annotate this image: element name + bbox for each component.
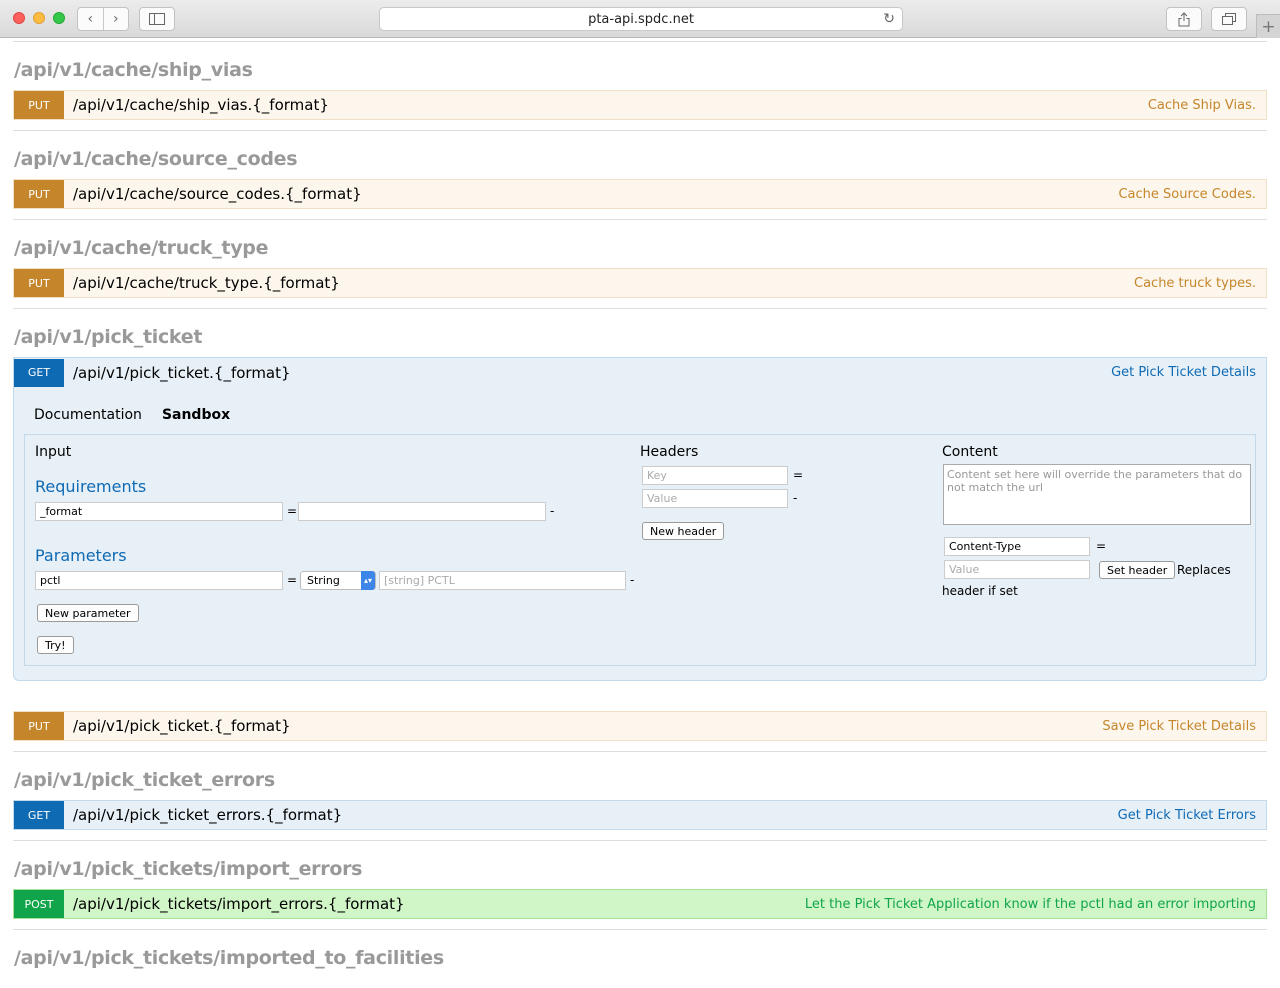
headers-title: Headers	[640, 444, 699, 460]
operation-summary[interactable]: Cache Source Codes.	[1118, 187, 1256, 202]
chevron-right-icon: ›	[112, 11, 119, 27]
input-title: Input	[35, 444, 72, 460]
parameter-name-input[interactable]: pctl	[35, 571, 283, 590]
requirement-value-input[interactable]	[298, 502, 546, 521]
resource-title[interactable]: /api/v1/pick_ticket	[14, 326, 1267, 348]
operation-put-truck-type[interactable]: PUT /api/v1/cache/truck_type.{_format} C…	[13, 268, 1267, 298]
set-header-button[interactable]: Set header	[1099, 561, 1176, 579]
sidebar-toggle-button[interactable]	[139, 7, 175, 31]
new-parameter-button[interactable]: New parameter	[37, 604, 139, 622]
resource-pick-ticket-errors: /api/v1/pick_ticket_errors GET /api/v1/p…	[13, 752, 1267, 841]
equals-sign: =	[287, 504, 298, 518]
tab-documentation[interactable]: Documentation	[34, 407, 142, 423]
plus-icon: +	[1261, 16, 1276, 37]
resource-title[interactable]: /api/v1/cache/truck_type	[14, 237, 1267, 259]
operation-path[interactable]: /api/v1/cache/source_codes.{_format}	[73, 185, 362, 203]
resource-title[interactable]: /api/v1/pick_tickets/imported_to_facilit…	[14, 947, 1267, 969]
http-verb-badge[interactable]: PUT	[14, 91, 64, 119]
operation-summary[interactable]: Cache truck types.	[1134, 276, 1256, 291]
operation-put-source-codes[interactable]: PUT /api/v1/cache/source_codes.{_format}…	[13, 179, 1267, 209]
operation-path[interactable]: /api/v1/pick_tickets/import_errors.{_for…	[73, 895, 405, 913]
resource-source-codes: /api/v1/cache/source_codes PUT /api/v1/c…	[13, 131, 1267, 220]
replaces-note: Replaces	[1177, 563, 1231, 577]
equals-sign: =	[287, 573, 298, 587]
content-type-value-input[interactable]: Value	[944, 560, 1090, 579]
resource-title[interactable]: /api/v1/cache/source_codes	[14, 148, 1267, 170]
http-verb-badge[interactable]: PUT	[14, 180, 64, 208]
requirement-name-input[interactable]: _format	[35, 502, 283, 521]
tab-overview-button[interactable]	[1211, 7, 1247, 31]
operation-post-import-errors[interactable]: POST /api/v1/pick_tickets/import_errors.…	[13, 889, 1267, 919]
resource-imported-to-facilities: /api/v1/pick_tickets/imported_to_facilit…	[13, 930, 1267, 988]
http-verb-badge[interactable]: POST	[14, 890, 64, 918]
resource-title[interactable]: /api/v1/pick_tickets/import_errors	[14, 858, 1267, 880]
address-bar[interactable]: pta-api.spdc.net ↻	[379, 7, 903, 31]
resource-ship-vias: /api/v1/cache/ship_vias PUT /api/v1/cach…	[13, 42, 1267, 131]
content-title: Content	[942, 444, 998, 460]
new-header-button[interactable]: New header	[642, 522, 725, 540]
resource-truck-type: /api/v1/cache/truck_type PUT /api/v1/cac…	[13, 220, 1267, 309]
resource-title[interactable]: /api/v1/cache/ship_vias	[14, 59, 1267, 81]
operation-put-ship-vias[interactable]: PUT /api/v1/cache/ship_vias.{_format} Ca…	[13, 90, 1267, 120]
reload-icon[interactable]: ↻	[883, 11, 895, 27]
content-type-input[interactable]: Content-Type	[944, 537, 1090, 556]
resource-import-errors: /api/v1/pick_tickets/import_errors POST …	[13, 841, 1267, 930]
sandbox-form: Input Requirements _format = - Parameter…	[24, 434, 1256, 666]
back-button[interactable]: ‹	[78, 8, 103, 30]
header-key-input[interactable]: Key	[642, 466, 788, 485]
updown-arrows-icon: ▴▾	[361, 571, 375, 590]
share-icon	[1178, 11, 1190, 26]
operation-summary[interactable]: Get Pick Ticket Details	[1111, 365, 1256, 380]
url-text: pta-api.spdc.net	[588, 11, 694, 27]
resource-title[interactable]: /api/v1/pick_ticket_errors	[14, 769, 1267, 791]
http-verb-badge[interactable]: GET	[14, 358, 64, 387]
detail-tabs: Documentation Sandbox	[34, 407, 1256, 423]
close-window-button[interactable]	[13, 12, 25, 24]
header-value-input[interactable]: Value	[642, 489, 788, 508]
operation-detail-panel: Documentation Sandbox Input Requirements…	[13, 387, 1267, 681]
operation-summary[interactable]: Let the Pick Ticket Application know if …	[805, 897, 1256, 912]
operation-path[interactable]: /api/v1/pick_ticket.{_format}	[73, 717, 291, 735]
operation-path[interactable]: /api/v1/pick_ticket_errors.{_format}	[73, 806, 342, 824]
minimize-window-button[interactable]	[33, 12, 45, 24]
parameter-value-input[interactable]: [string] PCTL	[379, 571, 626, 590]
zoom-window-button[interactable]	[53, 12, 65, 24]
operation-path[interactable]: /api/v1/pick_ticket.{_format}	[73, 364, 291, 382]
equals-sign: =	[793, 468, 804, 482]
browser-toolbar: ‹ › pta-api.spdc.net ↻ +	[0, 0, 1280, 38]
sidebar-icon	[149, 13, 165, 25]
try-button[interactable]: Try!	[37, 636, 74, 654]
operation-path[interactable]: /api/v1/cache/ship_vias.{_format}	[73, 96, 329, 114]
tabs-icon	[1222, 13, 1236, 25]
tab-sandbox[interactable]: Sandbox	[162, 407, 230, 423]
operation-summary[interactable]: Cache Ship Vias.	[1148, 98, 1256, 113]
operation-put-pick-ticket[interactable]: PUT /api/v1/pick_ticket.{_format} Save P…	[13, 711, 1267, 741]
api-docs-content: /api/v1/cache/ship_vias PUT /api/v1/cach…	[0, 41, 1280, 988]
parameter-type-select[interactable]: String ▴▾	[300, 571, 376, 590]
forward-button[interactable]: ›	[102, 8, 129, 30]
remove-requirement[interactable]: -	[550, 504, 554, 518]
nav-buttons: ‹ ›	[77, 7, 129, 31]
operation-get-pick-ticket-errors[interactable]: GET /api/v1/pick_ticket_errors.{_format}…	[13, 800, 1267, 830]
http-verb-badge[interactable]: PUT	[14, 269, 64, 297]
content-textarea[interactable]: Content set here will override the param…	[943, 464, 1251, 525]
http-verb-badge[interactable]: PUT	[14, 712, 64, 740]
share-button[interactable]	[1166, 7, 1202, 31]
parameters-title: Parameters	[35, 546, 127, 565]
new-tab-button[interactable]: +	[1256, 14, 1280, 38]
operation-path[interactable]: /api/v1/cache/truck_type.{_format}	[73, 274, 340, 292]
parameter-type-value: String	[307, 574, 340, 587]
chevron-left-icon: ‹	[87, 11, 94, 27]
requirements-title: Requirements	[35, 477, 147, 496]
operation-summary[interactable]: Get Pick Ticket Errors	[1118, 808, 1256, 823]
header-if-set-note: header if set	[942, 584, 1018, 598]
http-verb-badge[interactable]: GET	[14, 801, 64, 829]
operation-get-pick-ticket[interactable]: GET /api/v1/pick_ticket.{_format} Get Pi…	[13, 357, 1267, 387]
resource-pick-ticket: /api/v1/pick_ticket GET /api/v1/pick_tic…	[13, 309, 1267, 752]
remove-header[interactable]: -	[793, 491, 797, 505]
remove-parameter[interactable]: -	[630, 573, 634, 587]
operation-summary[interactable]: Save Pick Ticket Details	[1102, 719, 1256, 734]
equals-sign: =	[1096, 539, 1107, 553]
